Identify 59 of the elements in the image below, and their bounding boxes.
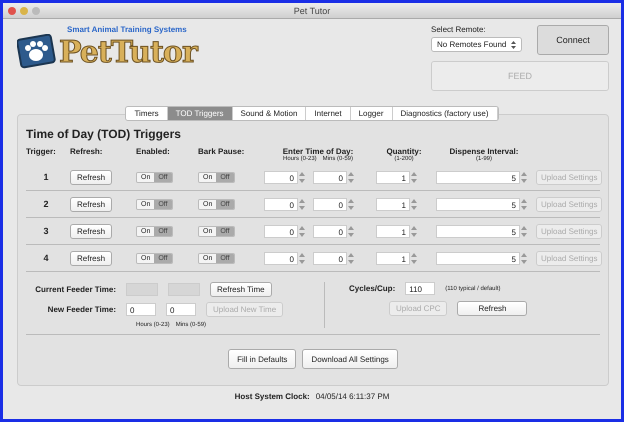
new-hours-field[interactable]: 0 [126, 303, 156, 316]
column-header: Quantity: [386, 147, 422, 156]
interval-field[interactable]: 5 [436, 224, 520, 238]
dropdown-value: No Remotes Found [437, 40, 506, 49]
hours-field[interactable]: 0 [264, 170, 298, 184]
refresh-button[interactable]: Refresh [70, 170, 112, 184]
new-time-label: New Feeder Time: [46, 305, 116, 314]
interval-field[interactable]: 5 [436, 252, 520, 264]
quantity-field[interactable]: 1 [376, 252, 410, 264]
tab[interactable]: Internet [306, 107, 351, 120]
remote-dropdown[interactable]: No Remotes Found [431, 37, 522, 52]
minutes-field[interactable]: 0 [313, 170, 347, 184]
zoom-icon[interactable] [32, 6, 40, 14]
minutes-field[interactable]: 0 [313, 252, 347, 264]
section-heading: Time of Day (TOD) Triggers [26, 127, 182, 141]
refresh-button[interactable]: Refresh [70, 196, 112, 212]
connect-button[interactable]: Connect [537, 25, 609, 55]
tab[interactable]: Diagnostics (factory use) [392, 107, 498, 120]
column-header: Enabled: [136, 147, 171, 156]
updown-icon [511, 40, 516, 48]
logo-tagline: Smart Animal Training Systems [66, 25, 188, 34]
interval-field[interactable]: 5 [436, 198, 520, 210]
tab[interactable]: Logger [350, 107, 392, 120]
select-remote-label: Select Remote: [431, 25, 487, 34]
column-header: Enter Time of Day: [282, 147, 354, 156]
minimize-icon[interactable] [20, 6, 28, 14]
refresh-button[interactable]: Refresh [457, 301, 528, 316]
refresh-button[interactable]: Refresh [70, 224, 112, 238]
window-title: Pet Tutor [294, 6, 330, 16]
quantity-field[interactable]: 1 [376, 224, 410, 238]
clock-value: 04/05/14 6:11:37 PM [316, 392, 390, 401]
column-header: Bark Pause: [198, 147, 246, 156]
tab[interactable]: Sound & Motion [232, 107, 306, 120]
hours-field[interactable]: 0 [264, 252, 298, 264]
close-icon[interactable] [8, 6, 16, 14]
minutes-field[interactable]: 0 [313, 224, 347, 238]
interval-field[interactable]: 5 [436, 170, 520, 184]
trigger-number: 3 [43, 226, 48, 236]
refresh-button[interactable]: Refresh [70, 250, 112, 266]
quantity-field[interactable]: 1 [376, 170, 410, 184]
clock-label: Host System Clock: [234, 392, 310, 401]
trigger-number: 1 [43, 172, 48, 182]
current-time-label: Current Feeder Time: [34, 285, 116, 294]
hours-field[interactable]: 0 [264, 198, 298, 210]
new-minutes-field[interactable]: 0 [166, 303, 196, 316]
column-header: Dispense Interval: [450, 147, 518, 156]
hours-field[interactable]: 0 [264, 224, 298, 238]
minutes-field[interactable]: 0 [313, 198, 347, 210]
refresh-time-button[interactable]: Refresh Time [210, 282, 272, 297]
cycles-field[interactable]: 110 [405, 282, 436, 295]
column-header: Refresh: [70, 147, 104, 156]
action-button[interactable]: Fill in Defaults [228, 349, 296, 369]
logo-wordmark: PetTutor [59, 34, 197, 70]
quantity-field[interactable]: 1 [376, 198, 410, 210]
trigger-number: 4 [43, 253, 48, 263]
cycles-label: Cycles/Cup: [349, 284, 396, 293]
action-button[interactable]: Download All Settings [302, 349, 398, 369]
column-header: Trigger: [26, 147, 57, 156]
trigger-number: 2 [43, 199, 48, 209]
